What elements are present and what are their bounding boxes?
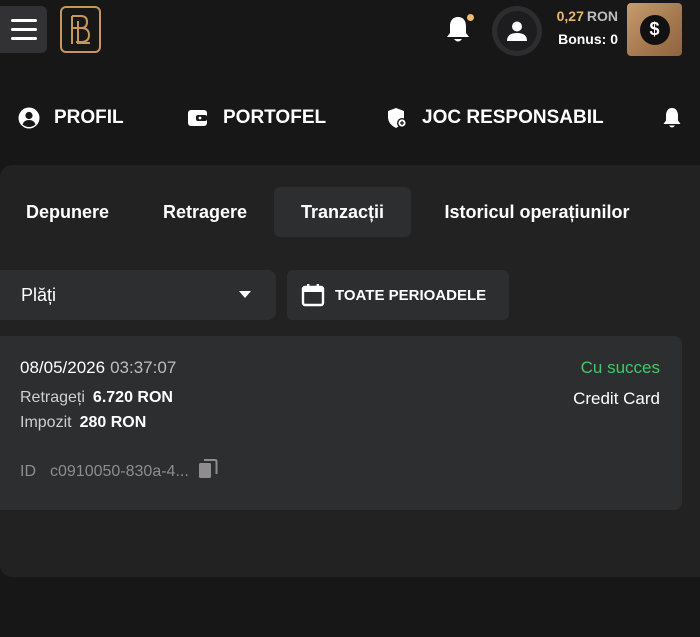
nav-item-joc-responsabil[interactable]: JOC RESPONSABIL — [386, 96, 604, 140]
payment-method: Credit Card — [573, 389, 660, 408]
transaction-time: 03:37:07 — [110, 358, 177, 377]
tab-retragere[interactable]: Retragere — [140, 187, 270, 237]
balance-display[interactable]: 0,27 RON Bonus: 0 — [552, 8, 618, 47]
select-value: Plăți — [21, 284, 57, 305]
balance-amount: 0,27 — [556, 8, 584, 24]
transaction-id-row: ID c0910050-830a-4... — [20, 458, 218, 485]
balance-currency: RON — [586, 8, 618, 24]
tab-label: Depunere — [25, 201, 110, 222]
menu-line — [10, 37, 37, 40]
withdraw-amount: 6.720 RON — [92, 389, 173, 406]
account-nav: PROFIL PORTOFEL JOC RESPONSABIL — [0, 96, 700, 140]
bonus-display: Bonus: 0 — [552, 31, 618, 47]
tax-row: Impozit 280 RON — [20, 414, 146, 432]
bonus-label: Bonus: — [558, 31, 607, 47]
avatar — [497, 11, 537, 51]
transaction-type-select[interactable]: Plăți — [0, 270, 276, 320]
profile-avatar-button[interactable] — [492, 6, 542, 56]
tab-label: Istoricul operațiunilor — [444, 201, 630, 222]
menu-button[interactable] — [0, 6, 47, 53]
withdraw-label: Retrageți — [20, 389, 85, 406]
transaction-datetime: 08/05/2026 03:37:07 — [20, 358, 176, 378]
tab-depunere[interactable]: Depunere — [0, 187, 135, 237]
calendar-icon — [301, 284, 325, 307]
nav-label: PROFIL — [54, 107, 124, 128]
nav-item-profil[interactable]: PROFIL — [18, 96, 124, 140]
dollar-icon: $ — [639, 14, 670, 45]
bonus-value: 0 — [610, 31, 618, 47]
tax-label: Impozit — [20, 414, 72, 431]
nav-label: PORTOFEL — [223, 107, 327, 128]
brand-logo[interactable] — [60, 6, 101, 53]
tax-amount: 280 RON — [79, 414, 147, 431]
top-bar: 0,27 RON Bonus: 0 $ — [0, 0, 700, 60]
period-filter-button[interactable]: TOATE PERIOADELE — [287, 270, 509, 320]
nav-item-portofel[interactable]: PORTOFEL — [187, 96, 326, 140]
shield-icon — [388, 108, 407, 128]
logo-monogram-icon — [70, 14, 90, 44]
copy-icon — [198, 459, 218, 478]
menu-line — [10, 28, 37, 31]
wallet-icon — [188, 110, 207, 126]
tab-istoricul-operatiunilor[interactable]: Istoricul operațiunilor — [418, 187, 656, 237]
id-label: ID — [20, 462, 36, 480]
copy-button[interactable] — [198, 458, 218, 485]
status-badge: Cu succes — [580, 358, 660, 377]
tab-tranzactii[interactable]: Tranzacții — [274, 187, 411, 237]
user-circle-icon — [18, 107, 40, 129]
transaction-date: 08/05/2026 — [20, 358, 106, 377]
user-icon — [507, 21, 527, 41]
tab-label: Retragere — [162, 201, 248, 222]
transaction-id: c0910050-830a-4... — [50, 462, 189, 480]
menu-line — [10, 19, 37, 22]
chevron-down-icon — [239, 291, 251, 298]
transaction-card: 08/05/2026 03:37:07 Cu succes Credit Card… — [0, 336, 682, 510]
deposit-button[interactable]: $ — [627, 3, 682, 56]
bell-icon — [663, 108, 681, 128]
nav-label: JOC RESPONSABIL — [422, 107, 604, 128]
nav-item-notifications[interactable] — [662, 96, 696, 140]
tab-label: Tranzacții — [300, 201, 385, 222]
notification-dot — [465, 12, 476, 23]
period-label: TOATE PERIOADELE — [335, 286, 487, 304]
withdraw-row: Retrageți 6.720 RON — [20, 389, 173, 407]
